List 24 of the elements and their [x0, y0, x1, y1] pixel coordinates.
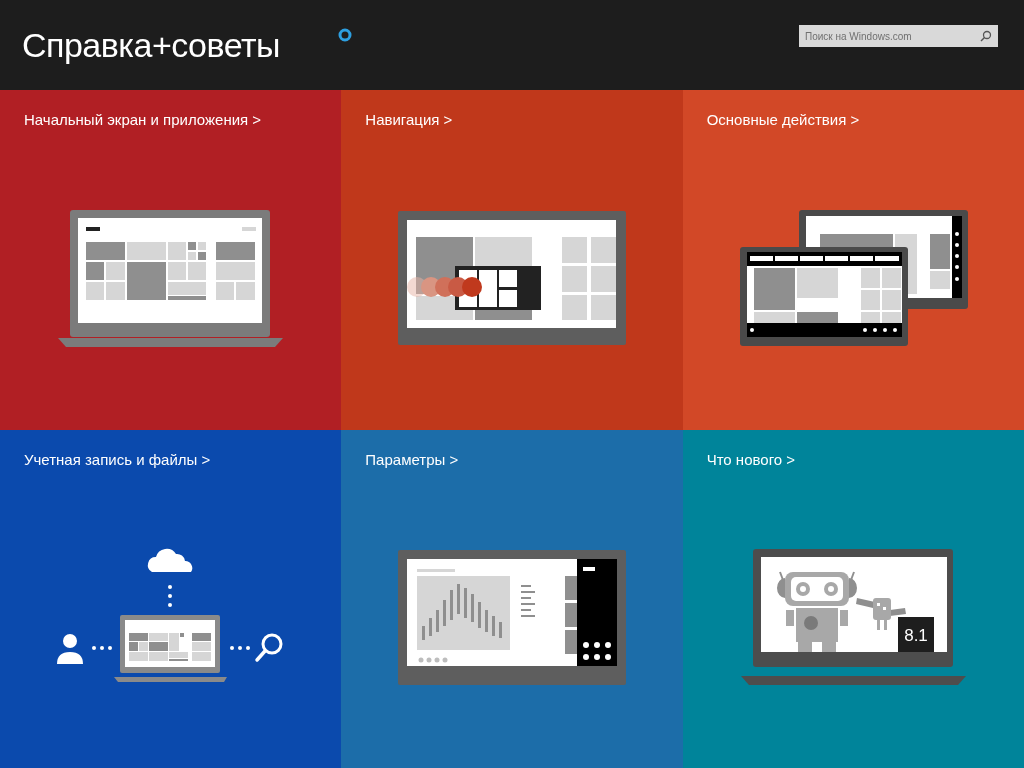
- cloud-icon: [147, 548, 193, 572]
- version-badge: 8.1: [897, 617, 934, 652]
- progress-ring-icon: [338, 28, 352, 42]
- category-tile[interactable]: Что нового > 8.1: [682, 430, 1024, 768]
- person-icon: [57, 634, 83, 664]
- dotted-connector: [230, 646, 250, 650]
- flying-robot-drawing: [855, 598, 906, 630]
- category-tile[interactable]: Параметры >: [341, 430, 683, 768]
- category-link[interactable]: Что нового >: [706, 451, 796, 468]
- category-tile[interactable]: Основные действия >: [682, 90, 1024, 430]
- search-icon: [255, 633, 283, 662]
- category-link[interactable]: Параметры >: [365, 451, 459, 468]
- search-field[interactable]: Поиск на Windows.com: [799, 25, 998, 47]
- category-link[interactable]: Навигация >: [365, 111, 453, 128]
- app-title: Справка+советы: [22, 25, 280, 65]
- category-tile[interactable]: Начальный экран и приложения >: [0, 90, 342, 430]
- dotted-connector: [168, 585, 172, 607]
- category-tile[interactable]: Учетная запись и файлы >: [0, 430, 342, 768]
- search-icon[interactable]: [980, 30, 992, 42]
- category-link[interactable]: Учетная запись и файлы >: [24, 451, 211, 468]
- category-tile[interactable]: Навигация >: [341, 90, 683, 430]
- category-link[interactable]: Основные действия >: [706, 111, 860, 128]
- dotted-connector: [92, 646, 112, 650]
- category-link[interactable]: Начальный экран и приложения >: [24, 111, 262, 128]
